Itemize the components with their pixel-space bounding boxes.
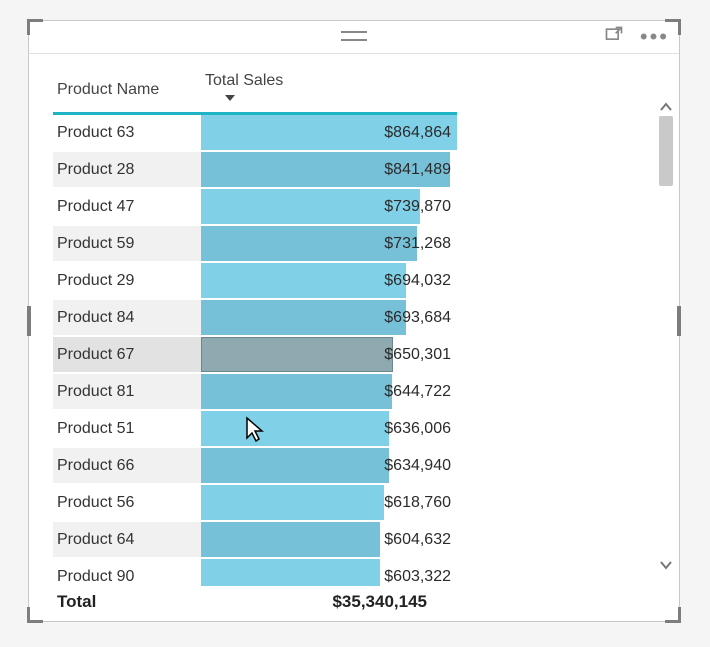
product-name-cell: Product 81 (53, 373, 201, 410)
product-name-cell: Product 67 (53, 336, 201, 373)
sales-value-label: $644,722 (384, 383, 451, 401)
product-name-cell: Product 90 (53, 558, 201, 586)
product-name-cell: Product 63 (53, 115, 201, 151)
total-sales-cell: $841,489 (201, 151, 457, 188)
data-bar (201, 559, 380, 586)
table-row[interactable]: Product 81 $644,722 (53, 373, 457, 410)
data-bar (201, 263, 406, 298)
table-row[interactable]: Product 66 $634,940 (53, 447, 457, 484)
table-row[interactable]: Product 90 $603,322 (53, 558, 457, 586)
table-row[interactable]: Product 56 $618,760 (53, 484, 457, 521)
table-row[interactable]: Product 28 $841,489 (53, 151, 457, 188)
product-name-cell: Product 56 (53, 484, 201, 521)
table-total-row: Total $35,340,145 (53, 586, 433, 616)
product-name-cell: Product 59 (53, 225, 201, 262)
product-name-cell: Product 51 (53, 410, 201, 447)
product-name-cell: Product 47 (53, 188, 201, 225)
column-header-label: Product Name (57, 81, 159, 98)
total-sales-cell: $731,268 (201, 225, 457, 262)
total-value: $35,340,145 (189, 592, 433, 612)
total-sales-cell: $636,006 (201, 410, 457, 447)
product-name-cell: Product 84 (53, 299, 201, 336)
total-sales-cell: $694,032 (201, 262, 457, 299)
sales-value-label: $636,006 (384, 420, 451, 438)
sales-table: Product Name Total Sales Product 63 $864,… (53, 66, 457, 586)
focus-mode-icon[interactable] (604, 25, 624, 49)
drag-grip-icon[interactable] (341, 31, 367, 41)
table-visual-container[interactable]: ••• Product Name Total Sales (28, 20, 680, 622)
sales-value-label: $603,322 (384, 568, 451, 586)
table-row[interactable]: Product 47 $739,870 (53, 188, 457, 225)
scroll-up-icon[interactable] (657, 98, 675, 116)
sales-value-label: $694,032 (384, 272, 451, 290)
vertical-scrollbar[interactable] (657, 98, 675, 574)
data-bar (201, 300, 406, 335)
sales-value-label: $618,760 (384, 494, 451, 512)
product-name-cell: Product 29 (53, 262, 201, 299)
sales-value-label: $841,489 (384, 161, 451, 179)
total-sales-cell: $618,760 (201, 484, 457, 521)
sales-value-label: $864,864 (384, 124, 451, 142)
data-bar (201, 411, 389, 446)
table-row[interactable]: Product 29 $694,032 (53, 262, 457, 299)
total-sales-cell: $864,864 (201, 115, 457, 151)
total-sales-cell: $644,722 (201, 373, 457, 410)
scrollbar-thumb[interactable] (659, 116, 673, 186)
total-sales-cell: $650,301 (201, 336, 457, 373)
column-header-product-name[interactable]: Product Name (53, 66, 201, 112)
sales-value-label: $739,870 (384, 198, 451, 216)
total-label: Total (53, 592, 189, 612)
data-bar (201, 337, 393, 372)
total-sales-cell: $604,632 (201, 521, 457, 558)
data-bar (201, 522, 380, 557)
product-name-cell: Product 66 (53, 447, 201, 484)
sales-value-label: $604,632 (384, 531, 451, 549)
total-sales-cell: $739,870 (201, 188, 457, 225)
table-row[interactable]: Product 64 $604,632 (53, 521, 457, 558)
table-row[interactable]: Product 59 $731,268 (53, 225, 457, 262)
table-header-row: Product Name Total Sales (53, 66, 457, 112)
table-row[interactable]: Product 84 $693,684 (53, 299, 457, 336)
visual-header: ••• (29, 21, 679, 54)
table-row[interactable]: Product 51 $636,006 (53, 410, 457, 447)
scroll-down-icon[interactable] (657, 556, 675, 574)
data-bar (201, 374, 392, 409)
more-options-icon[interactable]: ••• (640, 27, 669, 47)
column-header-total-sales[interactable]: Total Sales (201, 66, 457, 112)
table-row[interactable]: Product 67 $650,301 (53, 336, 457, 373)
total-sales-cell: $634,940 (201, 447, 457, 484)
table-scroll-viewport: Product Name Total Sales Product 63 $864,… (53, 66, 655, 586)
table-row[interactable]: Product 63 $864,864 (53, 115, 457, 151)
sales-value-label: $693,684 (384, 309, 451, 327)
product-name-cell: Product 28 (53, 151, 201, 188)
total-sales-cell: $693,684 (201, 299, 457, 336)
sort-desc-icon (225, 95, 235, 101)
product-name-cell: Product 64 (53, 521, 201, 558)
sales-value-label: $650,301 (384, 346, 451, 364)
column-header-label: Total Sales (205, 72, 283, 89)
sales-value-label: $634,940 (384, 457, 451, 475)
sales-value-label: $731,268 (384, 235, 451, 253)
scrollbar-track[interactable] (659, 116, 673, 556)
data-bar (201, 485, 384, 520)
total-sales-cell: $603,322 (201, 558, 457, 586)
data-bar (201, 448, 389, 483)
